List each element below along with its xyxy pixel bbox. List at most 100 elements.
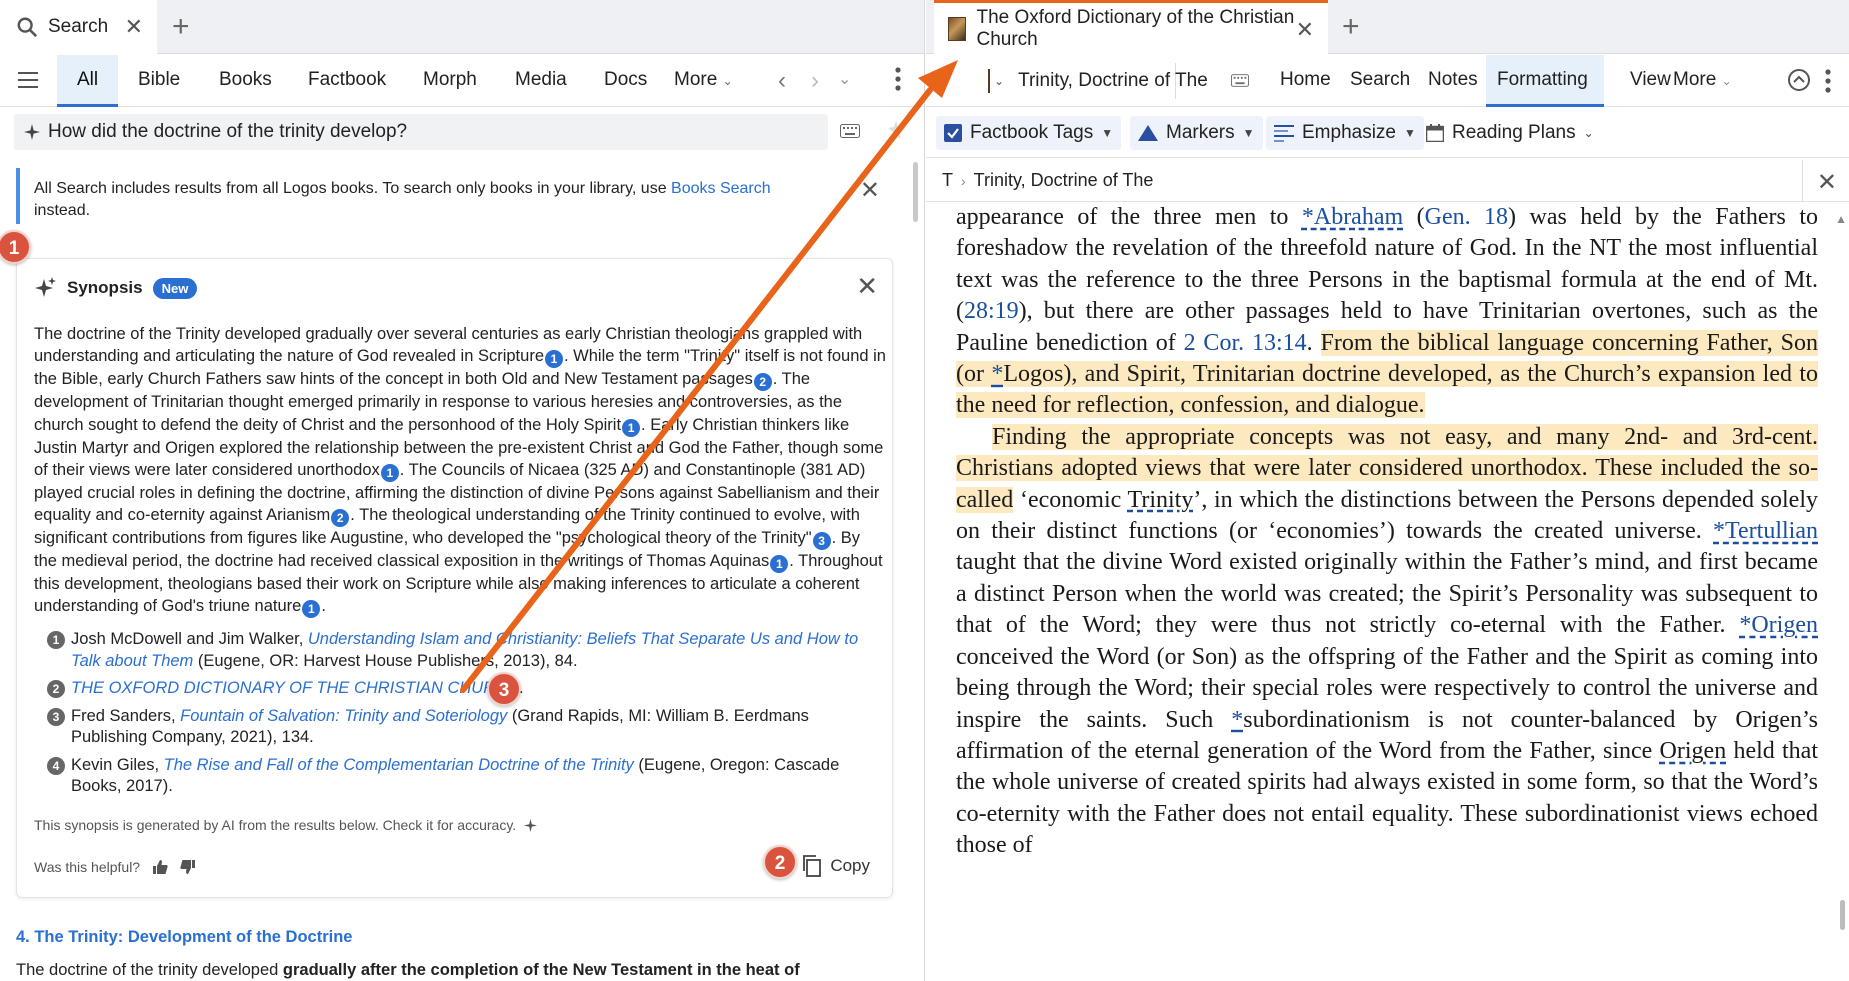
reference-title-link[interactable]: THE OXFORD DICTIONARY OF THE CHRISTIAN C… <box>71 679 519 697</box>
reference-title-link[interactable]: Fountain of Salvation: Trinity and Soter… <box>180 707 507 725</box>
checkbox-icon <box>944 124 962 142</box>
nav-formatting[interactable]: Formatting <box>1497 69 1588 91</box>
citation-number[interactable]: 1 <box>545 350 563 369</box>
nav-home[interactable]: Home <box>1280 69 1331 91</box>
citation-number[interactable]: 2 <box>753 373 772 392</box>
nav-tab-bible[interactable]: Bible <box>138 69 180 91</box>
chevron-down-icon: ▼ <box>1101 126 1114 140</box>
citation-number[interactable]: 1 <box>302 600 321 619</box>
tab-oxford-dictionary[interactable]: The Oxford Dictionary of the Christian C… <box>934 0 1328 54</box>
nav-view[interactable]: View <box>1630 69 1671 91</box>
nav-tab-media[interactable]: Media <box>515 69 567 91</box>
reference-number: 4 <box>47 756 65 775</box>
banner-text: All Search includes results from all Log… <box>34 180 672 197</box>
cross-ref-link[interactable]: Origen <box>1660 738 1727 764</box>
result-snippet: The doctrine of the trinity developed gr… <box>16 961 800 980</box>
book-cover-icon <box>988 69 990 93</box>
breadcrumb-close-icon[interactable]: ✕ <box>1817 168 1837 197</box>
history-dropdown-icon[interactable]: ⌄ <box>838 69 851 89</box>
reader-panel: The Oxford Dictionary of the Christian C… <box>926 0 1849 981</box>
copy-button[interactable]: Copy <box>802 855 870 877</box>
right-tab-bar: The Oxford Dictionary of the Christian C… <box>926 0 1849 54</box>
scroll-up-arrow-icon[interactable]: ▲ <box>1835 212 1847 226</box>
bible-ref-link[interactable]: Gen. 18 <box>1425 204 1508 230</box>
tab-search[interactable]: Search ✕ <box>0 0 157 54</box>
search-type-nav: All Bible Books Factbook Morph Media Doc… <box>0 55 924 107</box>
search-box[interactable] <box>14 114 828 150</box>
factbook-tags-button[interactable]: Factbook Tags ▼ <box>936 116 1122 150</box>
books-search-link[interactable]: Books Search <box>671 180 771 197</box>
divider <box>1802 160 1803 202</box>
chevron-down-icon: ▼ <box>1242 126 1255 140</box>
panel-scroll-up-icon[interactable] <box>1787 68 1811 92</box>
synopsis-segment: . <box>321 597 326 616</box>
nav-tab-morph[interactable]: Morph <box>423 69 477 91</box>
cross-ref-link[interactable]: *Origen <box>1739 612 1818 638</box>
article-paragraph: Finding the appropriate concepts was not… <box>956 423 1818 859</box>
cross-ref-link[interactable]: *Abraham <box>1302 204 1403 230</box>
citation-number[interactable]: 1 <box>770 555 789 574</box>
emphasize-button[interactable]: Emphasize ▼ <box>1266 116 1424 150</box>
scrollbar[interactable] <box>1840 900 1845 930</box>
resource-reference: Trinity, Doctrine of The <box>1018 70 1208 91</box>
nav-notes[interactable]: Notes <box>1428 69 1478 91</box>
forward-arrow-icon[interactable]: › <box>811 67 819 95</box>
citation-number[interactable]: 1 <box>380 463 399 482</box>
breadcrumb-root[interactable]: T <box>942 170 953 191</box>
reference-author: Kevin Giles, <box>71 755 164 774</box>
nav-tab-all[interactable]: All <box>77 69 98 91</box>
info-banner: All Search includes results from all Log… <box>16 168 888 224</box>
nav-more-menu[interactable]: More ⌄ <box>674 69 733 91</box>
bible-ref-link[interactable]: 28:19 <box>964 298 1019 324</box>
markers-label: Markers <box>1166 122 1235 143</box>
step-marker-2: 2 <box>763 845 797 879</box>
resource-selector[interactable]: ⌄ Trinity, Doctrine of The <box>984 63 1208 99</box>
more-options-icon[interactable] <box>1825 69 1831 93</box>
cross-ref-link[interactable]: * <box>991 361 1003 387</box>
result-title-link[interactable]: 4. The Trinity: Development of the Doctr… <box>16 928 352 947</box>
close-tab-icon[interactable]: ✕ <box>1296 19 1314 41</box>
reference-title-link[interactable]: The Rise and Fall of the Complementarian… <box>164 756 634 774</box>
cross-ref-link[interactable]: Trinity <box>1128 487 1194 513</box>
back-arrow-icon[interactable]: ‹ <box>936 67 945 98</box>
citation-number[interactable]: 2 <box>331 509 350 528</box>
thumbs-up-icon[interactable] <box>152 859 168 875</box>
bible-ref-link[interactable]: 2 Cor. 13:14 <box>1184 330 1307 356</box>
nav-tab-docs[interactable]: Docs <box>604 69 647 91</box>
thumbs-down-icon[interactable] <box>180 859 196 875</box>
search-input[interactable] <box>48 121 818 143</box>
nav-tab-books[interactable]: Books <box>219 69 272 91</box>
ai-sparkle-icon <box>35 277 57 299</box>
keyboard-icon[interactable] <box>840 124 860 138</box>
synopsis-close-icon[interactable]: ✕ <box>856 271 878 302</box>
keyboard-icon[interactable] <box>1231 74 1249 87</box>
hamburger-menu-icon[interactable] <box>18 71 38 89</box>
cross-ref-link[interactable]: * <box>1231 707 1243 733</box>
more-options-icon[interactable] <box>895 67 901 91</box>
reader-nav: ‹ ⌄ Trinity, Doctrine of The Home Search… <box>926 55 1849 107</box>
synopsis-header: Synopsis New <box>35 277 198 299</box>
pin-icon[interactable] <box>886 120 906 140</box>
close-tab-icon[interactable]: ✕ <box>125 16 143 38</box>
tab-search-label: Search <box>48 16 109 37</box>
banner-close-icon[interactable]: ✕ <box>860 179 880 203</box>
citation-number[interactable]: 1 <box>622 418 641 437</box>
breadcrumb-current[interactable]: Trinity, Doctrine of The <box>974 170 1154 191</box>
new-tab-plus-icon[interactable]: + <box>172 12 190 42</box>
nav-tab-factbook[interactable]: Factbook <box>308 69 386 91</box>
cross-ref-link[interactable]: *Tertullian <box>1713 518 1818 544</box>
new-tab-plus-icon[interactable]: + <box>1342 12 1360 42</box>
scrollbar[interactable] <box>913 162 918 222</box>
nav-more-label: More <box>674 69 718 90</box>
nav-search[interactable]: Search <box>1350 69 1410 91</box>
nav-more-menu[interactable]: More ⌄ <box>1673 69 1732 91</box>
synopsis-disclaimer: This synopsis is generated by AI from th… <box>34 817 538 833</box>
back-arrow-icon[interactable]: ‹ <box>778 67 786 95</box>
markers-button[interactable]: Markers ▼ <box>1130 116 1263 150</box>
chevron-down-icon: ⌄ <box>1721 74 1732 88</box>
citation-number[interactable]: 3 <box>812 532 831 551</box>
synopsis-references: 1 Josh McDowell and Jim Walker, Understan… <box>47 629 867 804</box>
emphasize-lines-icon <box>1274 124 1294 142</box>
reading-plans-button[interactable]: Reading Plans ⌄ <box>1418 116 1602 150</box>
chevron-down-icon: ⌄ <box>1583 126 1594 140</box>
